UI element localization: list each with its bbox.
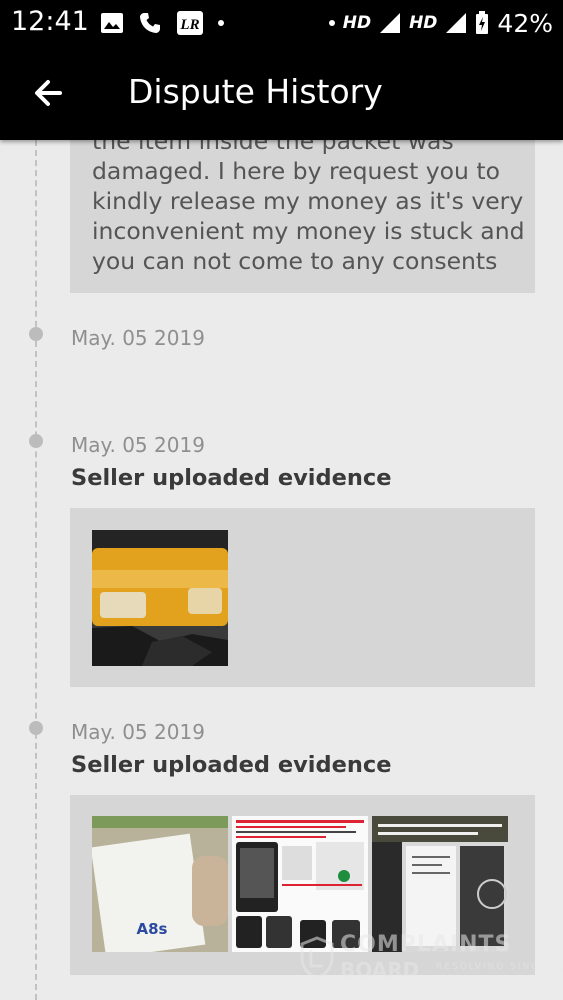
evidence-card: A8s [70, 795, 535, 975]
timeline-line [35, 140, 37, 1000]
status-indicators: HD HD 42% [328, 6, 553, 40]
entry-date: May. 05 2019 [71, 433, 205, 457]
phone-box-label: A8s [137, 920, 168, 938]
timeline-dot [29, 434, 43, 448]
svg-text:LR: LR [179, 17, 199, 33]
notification-dot [328, 20, 335, 26]
timeline-dot [29, 327, 43, 341]
battery-icon [476, 11, 489, 34]
page-title: Dispute History [128, 72, 383, 111]
entry-title: Seller uploaded evidence [71, 752, 392, 778]
message-text: the item inside the packet was damaged. … [92, 140, 525, 275]
evidence-card [70, 508, 535, 687]
lr-app-icon: LR [177, 11, 203, 35]
signal-icon [380, 13, 401, 33]
evidence-thumbnail[interactable] [372, 816, 508, 952]
signal-icon [446, 13, 467, 33]
instructions-screenshot [232, 816, 368, 952]
entry-date: May. 05 2019 [71, 720, 205, 744]
status-time: 12:41 [11, 6, 89, 37]
back-button[interactable] [26, 72, 72, 114]
evidence-thumbnail[interactable] [232, 816, 368, 952]
network-type-1: HD [342, 13, 372, 33]
package-photo [92, 530, 228, 666]
battery-percent: 42% [497, 8, 553, 38]
network-type-2: HD [409, 13, 438, 33]
phone-icon [140, 13, 160, 33]
arrow-left-icon [35, 80, 62, 106]
timeline-dot [29, 721, 43, 735]
notification-dot [218, 20, 224, 26]
message-card: the item inside the packet was damaged. … [70, 140, 535, 293]
evidence-thumbnail[interactable] [92, 530, 228, 666]
entry-date: May. 05 2019 [71, 326, 205, 350]
entry-title: Seller uploaded evidence [71, 465, 392, 491]
notification-icons: LR [100, 9, 224, 37]
dispute-timeline[interactable]: the item inside the packet was damaged. … [0, 140, 563, 1000]
status-bar: 12:41 LR HD HD 42% [0, 0, 563, 46]
phone-box-photo: A8s [92, 816, 228, 952]
app-toolbar: Dispute History [0, 46, 563, 140]
image-icon [101, 13, 123, 33]
evidence-thumbnail[interactable]: A8s [92, 816, 228, 952]
package-label-photo [372, 816, 508, 952]
